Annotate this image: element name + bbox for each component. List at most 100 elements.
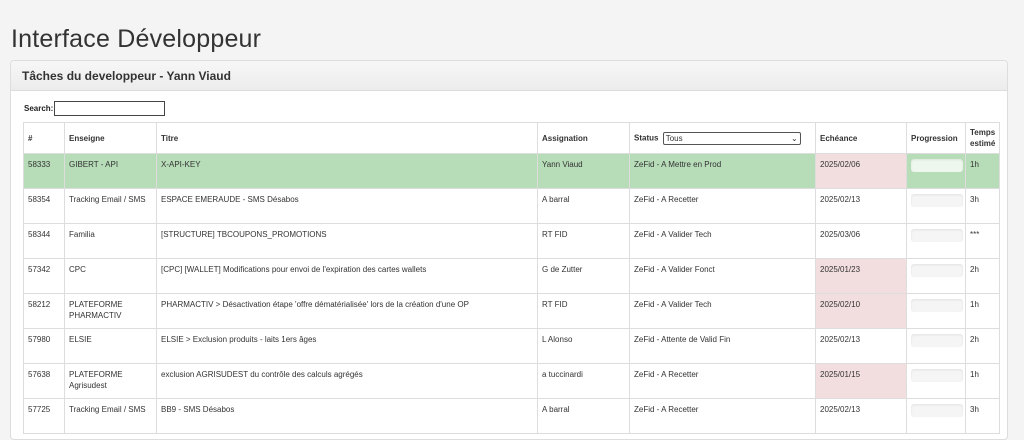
- search-label: Search:: [24, 104, 54, 113]
- cell-id: 57342: [23, 258, 65, 294]
- tasks-panel: Tâches du developpeur - Yann Viaud Searc…: [10, 60, 1008, 440]
- col-header-assignation[interactable]: Assignation: [537, 122, 630, 154]
- cell-id: 57980: [23, 328, 65, 364]
- cell-assignation: A barral: [537, 398, 630, 434]
- cell-echeance: 2025/01/15: [815, 363, 907, 399]
- progress-bar: [911, 229, 963, 242]
- cell-enseigne: PLATEFORME Agrisudest: [64, 363, 157, 399]
- progress-bar: [911, 369, 963, 382]
- cell-progression: [906, 223, 966, 259]
- progress-bar: [911, 334, 963, 347]
- cell-status: ZeFid - Attente de Valid Fin: [629, 328, 816, 364]
- cell-progression: [906, 293, 966, 329]
- cell-enseigne: PLATEFORME PHARMACTIV: [64, 293, 157, 329]
- cell-titre: ELSIE > Exclusion produits - laits 1ers …: [156, 328, 538, 364]
- cell-echeance: 2025/02/06: [815, 153, 907, 189]
- cell-temps: 1h: [965, 153, 1000, 189]
- col-header-temps[interactable]: Temps estimé: [965, 122, 1000, 154]
- table-row[interactable]: 58344 Familia [STRUCTURE] TBCOUPONS_PROMOT…: [23, 223, 1000, 259]
- cell-temps: 2h: [965, 258, 1000, 294]
- cell-temps: 3h: [965, 398, 1000, 434]
- table-row[interactable]: 58333 GIBERT - API X-API-KEY Yann Viaud ZeFi…: [23, 153, 1000, 189]
- cell-assignation: RT FID: [537, 223, 630, 259]
- cell-progression: [906, 153, 966, 189]
- panel-heading: Tâches du developpeur - Yann Viaud: [11, 61, 1007, 91]
- cell-echeance: 2025/03/06: [815, 223, 907, 259]
- cell-status: ZeFid - A Recetter: [629, 398, 816, 434]
- chevron-down-icon: ⌄: [790, 133, 798, 143]
- table-row[interactable]: 57638 PLATEFORME Agrisudest exclusion AGRI…: [23, 363, 1000, 399]
- table-row[interactable]: 58354 Tracking Email / SMS ESPACE EMERAUDE…: [23, 188, 1000, 224]
- cell-enseigne: Familia: [64, 223, 157, 259]
- cell-assignation: L Alonso: [537, 328, 630, 364]
- cell-id: 58354: [23, 188, 65, 224]
- cell-id: 58333: [23, 153, 65, 189]
- table-row[interactable]: 58212 PLATEFORME PHARMACTIV PHARMACTIV > D…: [23, 293, 1000, 329]
- cell-progression: [906, 328, 966, 364]
- cell-assignation: G de Zutter: [537, 258, 630, 294]
- progress-bar: [911, 404, 963, 417]
- cell-echeance: 2025/02/13: [815, 188, 907, 224]
- table-row[interactable]: 57342 CPC [CPC] [WALLET] Modifications pou…: [23, 258, 1000, 294]
- cell-echeance: 2025/01/23: [815, 258, 907, 294]
- cell-temps: 1h: [965, 363, 1000, 399]
- col-header-titre[interactable]: Titre: [156, 122, 538, 154]
- cell-temps: 3h: [965, 188, 1000, 224]
- cell-enseigne: CPC: [64, 258, 157, 294]
- cell-assignation: RT FID: [537, 293, 630, 329]
- cell-echeance: 2025/02/13: [815, 398, 907, 434]
- cell-temps: 2h: [965, 328, 1000, 364]
- cell-status: ZeFid - A Valider Tech: [629, 293, 816, 329]
- cell-titre: [STRUCTURE] TBCOUPONS_PROMOTIONS: [156, 223, 538, 259]
- cell-enseigne: ELSIE: [64, 328, 157, 364]
- cell-id: 58344: [23, 223, 65, 259]
- col-header-status: Status Tous ⌄: [629, 122, 816, 154]
- cell-id: 57638: [23, 363, 65, 399]
- status-filter-select[interactable]: Tous ⌄: [662, 131, 801, 145]
- cell-echeance: 2025/02/13: [815, 328, 907, 364]
- tasks-table: # Enseigne Titre Assignation Status Tous…: [23, 122, 1000, 434]
- table-row[interactable]: 57725 Tracking Email / SMS BB9 - SMS Désab…: [23, 398, 1000, 434]
- progress-bar: [911, 299, 963, 312]
- cell-titre: X-API-KEY: [156, 153, 538, 189]
- cell-id: 58212: [23, 293, 65, 329]
- cell-status: ZeFid - A Mettre en Prod: [629, 153, 816, 189]
- cell-assignation: A barral: [537, 188, 630, 224]
- cell-temps: ***: [965, 223, 1000, 259]
- cell-progression: [906, 363, 966, 399]
- cell-titre: [CPC] [WALLET] Modifications pour envoi …: [156, 258, 538, 294]
- cell-status: ZeFid - A Valider Fonct: [629, 258, 816, 294]
- cell-assignation: a tuccinardi: [537, 363, 630, 399]
- status-filter-value: Tous: [665, 133, 683, 143]
- col-header-status-label[interactable]: Status: [634, 133, 658, 142]
- cell-progression: [906, 258, 966, 294]
- col-header-enseigne[interactable]: Enseigne: [64, 122, 157, 154]
- cell-titre: PHARMACTIV > Désactivation étape 'offre …: [156, 293, 538, 329]
- cell-titre: ESPACE EMERAUDE - SMS Désabos: [156, 188, 538, 224]
- progress-bar: [911, 159, 963, 172]
- cell-temps: 1h: [965, 293, 1000, 329]
- cell-id: 57725: [23, 398, 65, 434]
- cell-status: ZeFid - A Recetter: [629, 363, 816, 399]
- col-header-id[interactable]: #: [23, 122, 65, 154]
- table-row[interactable]: 57980 ELSIE ELSIE > Exclusion produits - l…: [23, 328, 1000, 364]
- cell-enseigne: Tracking Email / SMS: [64, 398, 157, 434]
- search-input[interactable]: [54, 101, 166, 116]
- cell-titre: exclusion AGRISUDEST du contrôle des cal…: [156, 363, 538, 399]
- progress-bar: [911, 264, 963, 277]
- cell-status: ZeFid - A Recetter: [629, 188, 816, 224]
- cell-echeance: 2025/02/10: [815, 293, 907, 329]
- cell-assignation: Yann Viaud: [537, 153, 630, 189]
- cell-status: ZeFid - A Valider Tech: [629, 223, 816, 259]
- cell-progression: [906, 188, 966, 224]
- col-header-echeance[interactable]: Echéance: [815, 122, 907, 154]
- page-title: Interface Développeur: [11, 25, 262, 53]
- cell-enseigne: GIBERT - API: [64, 153, 157, 189]
- cell-titre: BB9 - SMS Désabos: [156, 398, 538, 434]
- progress-bar: [911, 194, 963, 207]
- cell-enseigne: Tracking Email / SMS: [64, 188, 157, 224]
- table-header-row: # Enseigne Titre Assignation Status Tous…: [23, 122, 1000, 154]
- search-box: Search:: [24, 101, 166, 116]
- col-header-progression[interactable]: Progression: [906, 122, 966, 154]
- cell-progression: [906, 398, 966, 434]
